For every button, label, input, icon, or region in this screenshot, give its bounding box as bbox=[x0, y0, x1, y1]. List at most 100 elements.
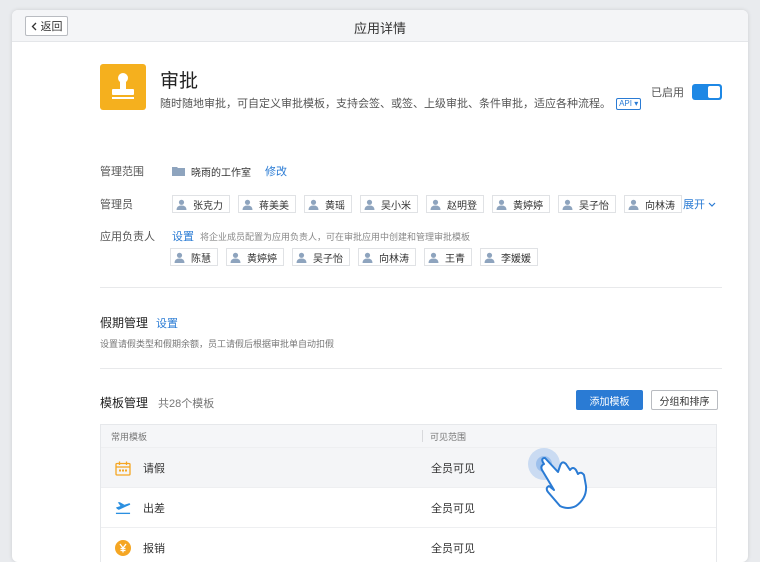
table-row[interactable]: 请假 全员可见 bbox=[101, 447, 716, 487]
person-name: 王青 bbox=[445, 253, 465, 265]
person-chip[interactable]: 李媛媛 bbox=[480, 248, 538, 266]
person-name: 李媛媛 bbox=[501, 253, 531, 265]
stamp-icon bbox=[100, 64, 146, 110]
person-name: 向林涛 bbox=[379, 253, 409, 265]
leave-title: 假期管理 bbox=[100, 316, 149, 330]
table-row[interactable]: 出差 全员可见 bbox=[101, 487, 716, 527]
window-title: 应用详情 bbox=[353, 21, 406, 36]
table-row[interactable]: 报销 全员可见 bbox=[101, 527, 716, 562]
table-header: 常用模板 可见范围 bbox=[101, 425, 716, 447]
scope-row: 管理范围 晓雨的工作室 修改 bbox=[100, 162, 722, 180]
app-name: 审批 bbox=[160, 71, 199, 92]
person-name: 黄婷婷 bbox=[247, 253, 277, 265]
person-chip[interactable]: 黄婷婷 bbox=[226, 248, 284, 266]
enable-toggle[interactable] bbox=[692, 84, 722, 100]
calendar-icon bbox=[115, 460, 131, 476]
app-description-text: 随时随地审批，可自定义审批模板，支持会签、或签、上级审批、条件审批，适应各种流程… bbox=[160, 98, 611, 110]
app-header: 审批 随时随地审批，可自定义审批模板，支持会签、或签、上级审批、条件审批，适应各… bbox=[100, 42, 722, 122]
person-name: 黄瑶 bbox=[325, 200, 345, 212]
person-icon bbox=[496, 199, 507, 210]
person-icon bbox=[428, 252, 439, 263]
divider bbox=[100, 368, 722, 369]
divider bbox=[100, 287, 722, 288]
status-label: 已启用 bbox=[651, 87, 684, 99]
leave-description: 设置请假类型和假期余额，员工请假后根据审批单自动扣假 bbox=[100, 339, 335, 349]
person-chip[interactable]: 蒋美美 bbox=[238, 195, 296, 213]
person-chip[interactable]: 吴子怡 bbox=[292, 248, 350, 266]
person-chip[interactable]: 向林涛 bbox=[624, 195, 682, 213]
person-icon bbox=[308, 199, 319, 210]
person-icon bbox=[484, 252, 495, 263]
person-name: 张克力 bbox=[193, 200, 223, 212]
admins-row: 管理员 张克力 蒋美美 黄瑶 吴小米 赵明登 黄婷婷 吴子怡 向林涛 展开 bbox=[100, 195, 722, 213]
person-icon bbox=[430, 199, 441, 210]
column-header-name: 常用模板 bbox=[111, 431, 148, 442]
person-icon bbox=[562, 199, 573, 210]
person-name: 黄婷婷 bbox=[513, 200, 543, 212]
person-chip[interactable]: 黄瑶 bbox=[304, 195, 352, 213]
column-header-scope: 可见范围 bbox=[430, 431, 467, 442]
app-window: 返回 应用详情 审批 随时随地审批，可自定义审批模板，支持会签、或签、上级审批、… bbox=[12, 10, 748, 562]
template-table: 常用模板 可见范围 请假 全员可见 出差 全员可见 报销 全员可见 bbox=[100, 424, 717, 562]
template-scope: 全员可见 bbox=[431, 542, 475, 555]
person-chip[interactable]: 陈慧 bbox=[170, 248, 218, 266]
chevron-down-icon bbox=[708, 202, 716, 207]
folder-icon bbox=[172, 167, 185, 176]
person-name: 吴小米 bbox=[381, 200, 411, 212]
person-icon bbox=[174, 252, 185, 263]
api-badge-label: API bbox=[619, 99, 632, 108]
hand-pointer-icon bbox=[528, 448, 588, 509]
enable-status: 已启用 bbox=[651, 84, 722, 100]
add-template-button[interactable]: 添加模板 bbox=[576, 390, 643, 410]
leave-setting-link[interactable]: 设置 bbox=[156, 315, 178, 331]
app-description: 随时随地审批，可自定义审批模板，支持会签、或签、上级审批、条件审批，适应各种流程… bbox=[160, 95, 642, 111]
owners-hint: 将企业成员配置为应用负责人，可在审批应用中创建和管理审批模板 bbox=[200, 231, 471, 242]
person-icon bbox=[242, 199, 253, 210]
expand-label: 展开 bbox=[683, 199, 705, 211]
person-name: 吴子怡 bbox=[313, 253, 343, 265]
person-name: 陈慧 bbox=[191, 253, 211, 265]
person-icon bbox=[628, 199, 639, 210]
person-chip[interactable]: 吴子怡 bbox=[558, 195, 616, 213]
owner-list: 陈慧 黄婷婷 吴子怡 向林涛 王青 李媛媛 bbox=[170, 248, 546, 266]
airplane-icon bbox=[115, 500, 131, 516]
person-chip[interactable]: 黄婷婷 bbox=[492, 195, 550, 213]
admin-list: 张克力 蒋美美 黄瑶 吴小米 赵明登 黄婷婷 吴子怡 向林涛 bbox=[172, 195, 690, 213]
scope-edit-link[interactable]: 修改 bbox=[265, 163, 287, 179]
template-name: 报销 bbox=[143, 542, 165, 555]
person-chip[interactable]: 向林涛 bbox=[358, 248, 416, 266]
person-chip[interactable]: 王青 bbox=[424, 248, 472, 266]
person-name: 赵明登 bbox=[447, 200, 477, 212]
api-badge[interactable]: API ▾ bbox=[616, 98, 642, 110]
admins-label: 管理员 bbox=[100, 199, 133, 211]
template-scope: 全员可见 bbox=[431, 502, 475, 515]
owners-list-row: 陈慧 黄婷婷 吴子怡 向林涛 王青 李媛媛 bbox=[170, 248, 722, 266]
yen-icon bbox=[115, 540, 131, 556]
title-bar: 返回 应用详情 bbox=[12, 10, 748, 42]
scope-chip: 晓雨的工作室 bbox=[172, 162, 257, 180]
person-name: 向林涛 bbox=[645, 200, 675, 212]
templates-section-title: 模板管理 共28个模板 bbox=[100, 394, 214, 411]
group-sort-button[interactable]: 分组和排序 bbox=[651, 390, 718, 410]
person-icon bbox=[364, 199, 375, 210]
template-name: 请假 bbox=[143, 462, 165, 475]
column-separator bbox=[422, 430, 423, 442]
person-icon bbox=[296, 252, 307, 263]
templates-title: 模板管理 bbox=[100, 396, 149, 410]
person-name: 蒋美美 bbox=[259, 200, 289, 212]
person-icon bbox=[230, 252, 241, 263]
leave-section-title: 假期管理 设置 bbox=[100, 314, 178, 331]
person-chip[interactable]: 吴小米 bbox=[360, 195, 418, 213]
template-scope: 全员可见 bbox=[431, 462, 475, 475]
app-detail-content: 审批 随时随地审批，可自定义审批模板，支持会签、或签、上级审批、条件审批，适应各… bbox=[100, 42, 722, 562]
person-chip[interactable]: 张克力 bbox=[172, 195, 230, 213]
template-count: 共28个模板 bbox=[158, 397, 215, 410]
owners-label: 应用负责人 bbox=[100, 231, 155, 243]
owners-row: 应用负责人 设置 将企业成员配置为应用负责人，可在审批应用中创建和管理审批模板 bbox=[100, 228, 722, 244]
scope-label: 管理范围 bbox=[100, 166, 144, 178]
owners-setting-link[interactable]: 设置 bbox=[172, 228, 194, 244]
person-name: 吴子怡 bbox=[579, 200, 609, 212]
scope-value: 晓雨的工作室 bbox=[191, 167, 251, 179]
expand-button[interactable]: 展开 bbox=[683, 196, 716, 212]
person-chip[interactable]: 赵明登 bbox=[426, 195, 484, 213]
